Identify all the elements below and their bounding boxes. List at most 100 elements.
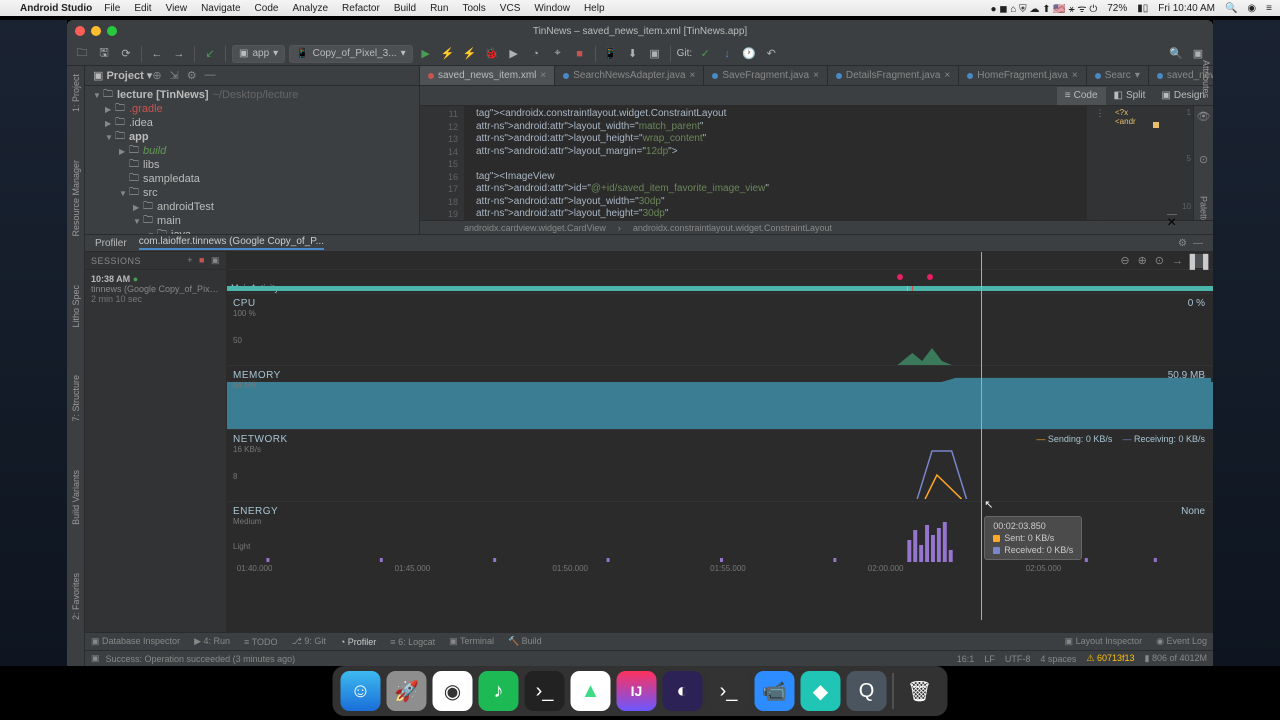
profile-icon[interactable]: ◔ — [527, 45, 545, 63]
cpu-chart[interactable]: CPU 100 % 50 0 % — [227, 294, 1213, 366]
gear-icon[interactable]: ⚙ — [1178, 238, 1187, 249]
stop-icon[interactable]: ■ — [571, 45, 589, 63]
finder-icon[interactable]: ☺ — [341, 671, 381, 711]
editor-tab[interactable]: Searc▾ — [1087, 66, 1149, 85]
launchpad-icon[interactable]: 🚀 — [387, 671, 427, 711]
project-tab[interactable]: 1: Project — [71, 70, 81, 116]
sdk-icon[interactable]: ⬇ — [624, 45, 642, 63]
close-window-icon[interactable] — [75, 26, 85, 36]
bottom-tab[interactable]: ▣ Database Inspector — [91, 636, 180, 647]
attach-icon[interactable]: ⌖ — [549, 45, 567, 63]
tree-item[interactable]: ▶🗀.idea — [85, 116, 419, 130]
editor-tab[interactable]: saved_news_item.xml× — [420, 66, 555, 85]
open-icon[interactable]: 🗀 — [73, 45, 91, 63]
favorites-tab[interactable]: 2: Favorites — [71, 569, 81, 624]
bottom-tab[interactable]: ▣ Terminal — [449, 636, 494, 647]
maximize-window-icon[interactable] — [107, 26, 117, 36]
chrome-icon[interactable]: ◉ — [433, 671, 473, 711]
terminal-icon[interactable]: ›_ — [525, 671, 565, 711]
collapse-all-icon[interactable]: ⇲ — [170, 69, 179, 82]
save-icon[interactable]: 🖫 — [95, 45, 113, 63]
project-tree[interactable]: ▼🗀lecture [TinNews]~/Desktop/lecture ▶🗀.… — [85, 86, 419, 234]
tree-item[interactable]: ▼🗀src — [85, 186, 419, 200]
add-session-icon[interactable]: + — [187, 255, 193, 266]
tree-root[interactable]: ▼🗀lecture [TinNews]~/Desktop/lecture — [85, 88, 419, 102]
layout-inspector-icon[interactable]: ▣ — [646, 45, 664, 63]
app-name[interactable]: Android Studio — [20, 3, 92, 14]
search-icon[interactable]: 🔍 — [1225, 3, 1237, 14]
notification-icon[interactable]: ≡ — [1266, 3, 1272, 14]
line-ending[interactable]: LF — [984, 654, 995, 664]
zoom-in-icon[interactable]: ⊕ — [1138, 254, 1147, 267]
status-icon[interactable]: ▣ — [91, 653, 100, 664]
git-history-icon[interactable]: 🕐 — [740, 45, 758, 63]
hide-panel-icon[interactable]: — — [1193, 238, 1203, 249]
editor-tab[interactable]: HomeFragment.java× — [959, 66, 1086, 85]
tree-item[interactable]: ▶🗀androidTest — [85, 200, 419, 214]
bottom-tab[interactable]: ▶ 4: Run — [194, 636, 230, 647]
tree-item[interactable]: ▶🗀.gradle — [85, 102, 419, 116]
coverage-icon[interactable]: ▶ — [505, 45, 523, 63]
sync-icon[interactable]: ⟳ — [117, 45, 135, 63]
menu-vcs[interactable]: VCS — [500, 3, 521, 14]
menu-tools[interactable]: Tools — [462, 3, 485, 14]
quicktime-icon[interactable]: Q — [847, 671, 887, 711]
menu-view[interactable]: View — [166, 3, 188, 14]
network-chart[interactable]: NETWORK 16 KB/s 8 — Sending: 0 KB/s — Re… — [227, 430, 1213, 502]
eclipse-icon[interactable]: ◐ — [663, 671, 703, 711]
editor-tab[interactable]: SaveFragment.java× — [704, 66, 828, 85]
control-center-icon[interactable]: ◉ — [1247, 3, 1256, 14]
forward-icon[interactable]: → — [170, 45, 188, 63]
bottom-tab[interactable]: ▣ Layout Inspector — [1065, 636, 1143, 647]
timeline-row[interactable]: MainActivity — [227, 270, 1213, 294]
gear-icon[interactable]: ⚙ — [187, 69, 197, 82]
structure-tab[interactable]: 7: Structure — [71, 371, 81, 426]
menu-help[interactable]: Help — [584, 3, 605, 14]
make-icon[interactable]: ↙ — [201, 45, 219, 63]
bottom-tab[interactable]: ◉ Event Log — [1156, 636, 1207, 647]
breadcrumb[interactable]: androidx.cardview.widget.CardView›androi… — [420, 220, 1213, 234]
branch-badge[interactable]: ⚠ 60713f13 — [1086, 653, 1134, 664]
indent[interactable]: 4 spaces — [1040, 654, 1076, 664]
bottom-tab-active[interactable]: ◔ Profiler — [340, 637, 376, 647]
git-commit-icon[interactable]: ✓ — [696, 45, 714, 63]
spotify-icon[interactable]: ♪ — [479, 671, 519, 711]
apply-code-icon[interactable]: ⚡ — [461, 45, 479, 63]
bottom-tab[interactable]: ≡ 6: Logcat — [390, 637, 435, 647]
back-icon[interactable]: ← — [148, 45, 166, 63]
zoom-out-icon[interactable]: ⊖ — [1120, 254, 1129, 267]
export-icon[interactable]: ▣ — [211, 255, 220, 266]
project-view-combo[interactable]: ▣ Project ▾ — [93, 69, 152, 82]
editor-tab[interactable]: DetailsFragment.java× — [828, 66, 959, 85]
minimap[interactable]: 1 5 10 <?x<andr × — [1113, 106, 1193, 220]
git-rollback-icon[interactable]: ↶ — [762, 45, 780, 63]
git-update-icon[interactable]: ↓ — [718, 45, 736, 63]
clock[interactable]: Fri 10:40 AM — [1158, 3, 1215, 14]
intellij-icon[interactable]: IJ — [617, 671, 657, 711]
bottom-tab[interactable]: ⎇ 9: Git — [291, 636, 325, 647]
android-studio-icon[interactable]: ▲ — [571, 671, 611, 711]
menu-file[interactable]: File — [104, 3, 120, 14]
menu-run[interactable]: Run — [430, 3, 448, 14]
menu-refactor[interactable]: Refactor — [342, 3, 380, 14]
close-icon[interactable]: × — [540, 70, 546, 81]
run-config-selector[interactable]: 📱 Copy_of_Pixel_3... ▾ — [289, 45, 412, 63]
editor-body[interactable]: 1112131415161718192021 tag"><androidx.co… — [420, 106, 1213, 220]
bottom-tab[interactable]: ≡ TODO — [244, 637, 277, 647]
profiler-tab-main[interactable]: Profiler — [95, 238, 127, 249]
menu-window[interactable]: Window — [534, 3, 570, 14]
profiler-tab-app[interactable]: com.laioffer.tinnews (Google Copy_of_P..… — [139, 236, 324, 250]
zoom-fit-icon[interactable]: ⊙ — [1155, 254, 1164, 267]
menu-edit[interactable]: Edit — [134, 3, 151, 14]
code-mode-btn[interactable]: ≡ Code — [1057, 87, 1106, 105]
run-icon[interactable]: ▶ — [417, 45, 435, 63]
menu-code[interactable]: Code — [255, 3, 279, 14]
menu-build[interactable]: Build — [394, 3, 416, 14]
minimize-window-icon[interactable] — [91, 26, 101, 36]
attach-live-icon[interactable]: → — [1172, 255, 1183, 267]
stop-session-icon[interactable]: ■ — [199, 255, 205, 266]
menu-analyze[interactable]: Analyze — [292, 3, 328, 14]
litho-tab[interactable]: Litho Spec — [71, 281, 81, 332]
menu-navigate[interactable]: Navigate — [201, 3, 240, 14]
eye-icon[interactable]: 👁 — [1197, 110, 1211, 123]
